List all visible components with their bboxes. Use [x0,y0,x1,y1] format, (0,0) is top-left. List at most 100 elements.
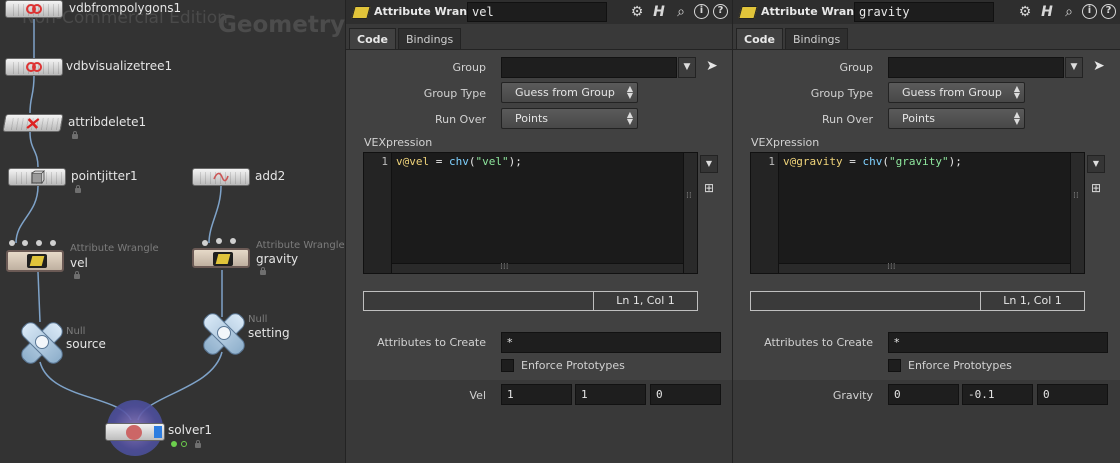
select-arrow-icon[interactable]: ➤ [1093,58,1109,76]
hscript-help-icon[interactable]: H [650,3,668,21]
node-body[interactable] [2,114,64,132]
vertical-scrollbar[interactable]: ⁞⁞ [1070,153,1084,273]
node-name: source [66,337,106,351]
vexpression-label: VEXpression [751,136,820,149]
lock-icon [260,267,266,275]
horizontal-scrollbar[interactable]: ⁞⁞⁞ [779,262,1070,273]
search-icon[interactable]: ⌕ [1060,3,1078,21]
node-type: Attribute Wrangle [70,243,159,254]
curve-icon [213,172,229,182]
tab-code[interactable]: Code [349,28,396,49]
group-dropdown-button[interactable]: ▼ [1065,57,1083,78]
vexpression-label: VEXpression [364,136,433,149]
node-body[interactable] [8,168,66,186]
group-type-menu[interactable]: Guess from Group ▲ ▼ [501,82,638,103]
editor-menu-button[interactable]: ▼ [700,155,718,173]
editor-status-bar: Ln 1, Col 1 [363,291,698,311]
help-icon[interactable]: ? [1101,4,1116,19]
lock-icon [72,131,78,139]
help-icon[interactable]: ? [713,4,728,19]
null-node-icon[interactable] [20,320,64,364]
enforce-prototypes-checkbox[interactable] [501,359,514,372]
run-over-value: Points [515,112,549,125]
gear-icon[interactable]: ⚙ [1016,3,1034,21]
vex-code-editor[interactable]: 1 v@vel = chv("vel"); ⁞⁞ ⁞⁞⁞ [363,152,698,274]
attributes-to-create-field[interactable]: * [501,332,721,353]
code-line[interactable]: v@vel = chv("vel"); [396,155,522,168]
node-solver1[interactable] [105,423,165,441]
node-type: Null [248,314,268,325]
wire [208,185,222,244]
node-name: vdbvisualizetree1 [66,59,173,73]
lock-icon [195,440,201,448]
vdb-icon [26,4,42,14]
wrangle-icon [27,254,47,268]
cursor-position: Ln 1, Col 1 [593,292,697,310]
run-over-menu[interactable]: Points ▲ ▼ [501,108,638,129]
node-body[interactable] [192,248,250,268]
lock-icon [75,185,81,193]
gravity-z-field[interactable]: 0 [1037,384,1108,405]
pane-titlebar: Attribute Wrangle vel ⚙ H ⌕ i ? [346,0,732,24]
attributes-to-create-field[interactable]: * [888,332,1108,353]
tab-bindings[interactable]: Bindings [784,28,849,49]
vel-x-field[interactable]: 1 [501,384,572,405]
node-body[interactable] [192,168,250,186]
enforce-prototypes-checkbox[interactable] [888,359,901,372]
search-icon[interactable]: ⌕ [672,3,690,21]
node-name: vel [70,256,88,270]
run-over-label: Run Over [434,113,486,126]
tab-code[interactable]: Code [736,28,783,49]
run-over-label: Run Over [821,113,873,126]
parameter-pane-gravity: Attribute Wrangle gravity ⚙ H ⌕ i ? Code… [732,0,1120,463]
node-body[interactable] [6,250,64,272]
gravity-x-field[interactable]: 0 [888,384,959,405]
hscript-help-icon[interactable]: H [1038,3,1056,21]
group-type-value: Guess from Group [902,86,1002,99]
node-name: setting [248,326,290,340]
vel-y-field[interactable]: 1 [575,384,646,405]
display-flag[interactable] [154,426,162,438]
network-editor[interactable]: Non-Commercial Edition Geometry vdbfromp… [0,0,345,463]
node-body[interactable] [5,0,63,18]
group-dropdown-button[interactable]: ▼ [678,57,696,78]
node-name-field[interactable]: vel [467,2,607,22]
vel-z-field[interactable]: 0 [650,384,721,405]
wrangle-type-icon[interactable] [739,4,757,20]
run-over-menu[interactable]: Points ▲ ▼ [888,108,1025,129]
attributes-to-create-label: Attributes to Create [377,336,486,349]
vex-code-editor[interactable]: 1 v@gravity = chv("gravity"); ⁞⁞ ⁞⁞⁞ [750,152,1085,274]
select-arrow-icon[interactable]: ➤ [706,58,722,76]
create-spare-params-icon[interactable]: ⊞ [1087,180,1105,198]
node-name: vdbfrompolygons1 [69,1,182,15]
group-type-menu[interactable]: Guess from Group ▲ ▼ [888,82,1025,103]
info-icon[interactable]: i [694,4,709,19]
horizontal-scrollbar[interactable]: ⁞⁞⁞ [392,262,683,273]
null-node-icon[interactable] [202,311,246,355]
enforce-prototypes-label: Enforce Prototypes [521,359,625,372]
node-body[interactable] [5,58,63,76]
status-dot-icon [171,441,177,447]
node-name-field[interactable]: gravity [854,2,994,22]
gravity-y-field[interactable]: -0.1 [962,384,1033,405]
wrangle-icon [213,252,233,266]
group-label: Group [839,61,874,74]
code-line[interactable]: v@gravity = chv("gravity"); [783,155,962,168]
group-field[interactable] [501,57,677,78]
vertical-scrollbar[interactable]: ⁞⁞ [683,153,697,273]
create-spare-params-icon[interactable]: ⊞ [700,180,718,198]
solver-icon [126,425,142,440]
wire [29,131,39,168]
info-icon[interactable]: i [1082,4,1097,19]
group-type-label: Group Type [810,87,873,100]
cursor-position: Ln 1, Col 1 [980,292,1084,310]
wire [37,271,41,323]
node-name: add2 [255,169,286,183]
group-field[interactable] [888,57,1064,78]
editor-menu-button[interactable]: ▼ [1087,155,1105,173]
tab-bindings[interactable]: Bindings [397,28,462,49]
wrangle-type-icon[interactable] [352,4,370,20]
node-type: Null [66,326,86,337]
gear-icon[interactable]: ⚙ [628,3,646,21]
node-name: gravity [256,252,299,266]
